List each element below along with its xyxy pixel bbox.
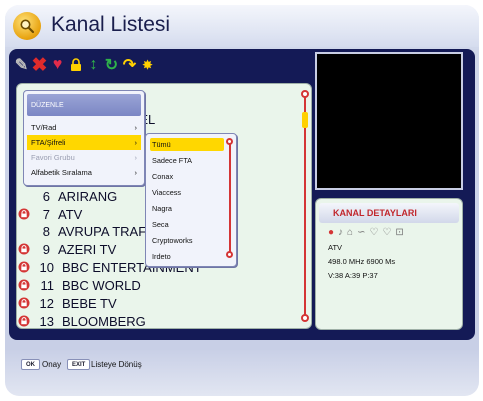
exit-label: Listeye Dönüş xyxy=(91,360,142,369)
fta-filter-option[interactable]: Nagra xyxy=(150,202,224,215)
menu-item-label: FTA/Şifreli xyxy=(31,138,66,147)
delete-icon[interactable]: ✖ xyxy=(32,54,48,76)
shield-icon: ♡ xyxy=(382,227,392,238)
fta-filter-option[interactable]: Conax xyxy=(150,170,224,183)
lock-status-icon xyxy=(18,243,30,255)
channel-name: BEBE TV xyxy=(62,295,117,311)
fta-filter-option[interactable]: Tümü xyxy=(150,138,224,151)
blank-icon xyxy=(18,190,30,202)
channel-number: 7 xyxy=(42,206,50,222)
edit-menu-item[interactable]: Alfabetik Sıralama › xyxy=(27,165,141,180)
menu-item-label: TV/Rad xyxy=(31,123,57,132)
channel-name: AZERI TV xyxy=(58,241,117,257)
edit-menu-item[interactable]: Favori Grubu › xyxy=(27,150,141,165)
edit-menu-item[interactable]: TV/Rad › xyxy=(27,120,141,135)
fta-filter-option[interactable]: Seca xyxy=(150,218,224,231)
lock-status-icon xyxy=(18,279,30,291)
fta-submenu: Tümü Sadece FTA Conax Viaccess Nagra Seca Cryp… xyxy=(145,133,237,267)
channel-row[interactable]: 6 ARIRANG xyxy=(18,187,117,205)
channel-name: ARIRANG xyxy=(58,188,118,204)
edit-menu-item[interactable]: FTA/Şifreli › xyxy=(27,135,141,150)
ok-key[interactable]: OK xyxy=(21,359,40,370)
details-channel: ATV xyxy=(328,243,343,252)
toolbar: ✎ ✖ ♥ ↕ ↻ ↷ ✸ xyxy=(14,52,155,78)
chevron-right-icon: › xyxy=(134,123,138,132)
channel-number: 11 xyxy=(40,277,55,293)
channel-row[interactable]: 7 ATV xyxy=(18,205,82,223)
lock-status-icon xyxy=(18,297,30,309)
favorite-icon[interactable]: ♥ xyxy=(50,54,65,76)
skip-icon[interactable]: ↷ xyxy=(122,54,137,76)
channel-number: 6 xyxy=(42,188,50,204)
fta-filter-option[interactable]: Sadece FTA xyxy=(150,154,224,167)
menu-item-label: Favori Grubu xyxy=(31,153,75,162)
channel-row[interactable]: 11 BBC WORLD xyxy=(18,276,141,294)
fta-filter-option[interactable]: Irdeto xyxy=(150,250,224,263)
menu-item-label: Alfabetik Sıralama xyxy=(31,168,92,177)
lock-icon: ⌂ xyxy=(347,227,354,238)
edit-icon[interactable]: ✎ xyxy=(14,54,29,76)
details-pids: V:38 A:39 P:37 xyxy=(328,271,378,280)
link-icon: ∽ xyxy=(357,227,366,238)
channel-row[interactable]: 13 BLOOMBERG xyxy=(18,312,146,330)
details-frequency: 498.0 MHz 6900 Ms xyxy=(328,257,396,266)
submenu-scrollbar[interactable] xyxy=(226,138,234,258)
channel-number: 12 xyxy=(39,295,54,311)
channel-number: 8 xyxy=(42,223,50,239)
lock-status-icon xyxy=(18,261,30,273)
heart-icon: ♡ xyxy=(369,227,379,238)
channel-row[interactable]: 12 BEBE TV xyxy=(18,294,117,312)
search-icon xyxy=(13,12,41,40)
fta-filter-option[interactable]: Viaccess xyxy=(150,186,224,199)
title-bar: Kanal Listesi xyxy=(5,5,479,47)
channel-row[interactable]: 8 AVRUPA TRAFIK xyxy=(18,222,159,240)
lock-status-icon xyxy=(18,315,30,327)
details-title: KANAL DETAYLARI xyxy=(319,203,459,223)
move-icon[interactable]: ↕ xyxy=(86,54,101,76)
star-icon[interactable]: ✸ xyxy=(140,54,155,76)
exit-key[interactable]: EXIT xyxy=(67,359,91,370)
teletext-icon: ⊡ xyxy=(395,227,404,238)
channel-number: 10 xyxy=(39,259,54,275)
channel-list-scrollbar[interactable] xyxy=(301,90,309,322)
fta-filter-option[interactable]: Cryptoworks xyxy=(150,234,224,247)
channel-row[interactable]: 9 AZERI TV xyxy=(18,240,116,258)
video-preview xyxy=(315,52,463,190)
channel-number: 13 xyxy=(39,313,54,329)
lock-status-icon: ● xyxy=(328,227,335,238)
channel-number: 9 xyxy=(42,241,50,257)
edit-menu-title: DÜZENLE xyxy=(27,94,141,116)
rename-icon[interactable]: ↻ xyxy=(104,54,119,76)
page-title: Kanal Listesi xyxy=(51,13,171,36)
channel-name: ATV xyxy=(58,206,83,222)
channel-name: BBC WORLD xyxy=(62,277,141,293)
blank-icon xyxy=(18,225,30,237)
details-icons: ● ♪ ⌂ ∽ ♡ ♡ ⊡ xyxy=(328,227,404,238)
channel-name: BLOOMBERG xyxy=(62,313,146,329)
channel-details-panel: KANAL DETAYLARI ● ♪ ⌂ ∽ ♡ ♡ ⊡ ATV 498.0 … xyxy=(315,198,463,330)
edit-menu: DÜZENLE TV/Rad › FTA/Şifreli › Favori Grubu ›… xyxy=(23,90,145,186)
chevron-right-icon: › xyxy=(134,138,138,147)
lock-status-icon xyxy=(18,208,30,220)
chevron-right-icon: › xyxy=(134,168,138,177)
ok-label: Onay xyxy=(42,360,62,369)
lock-icon[interactable] xyxy=(68,54,83,76)
channel-name: AVRUPA TRAFIK xyxy=(58,223,159,239)
music-icon: ♪ xyxy=(338,227,344,238)
chevron-right-icon: › xyxy=(134,153,138,162)
